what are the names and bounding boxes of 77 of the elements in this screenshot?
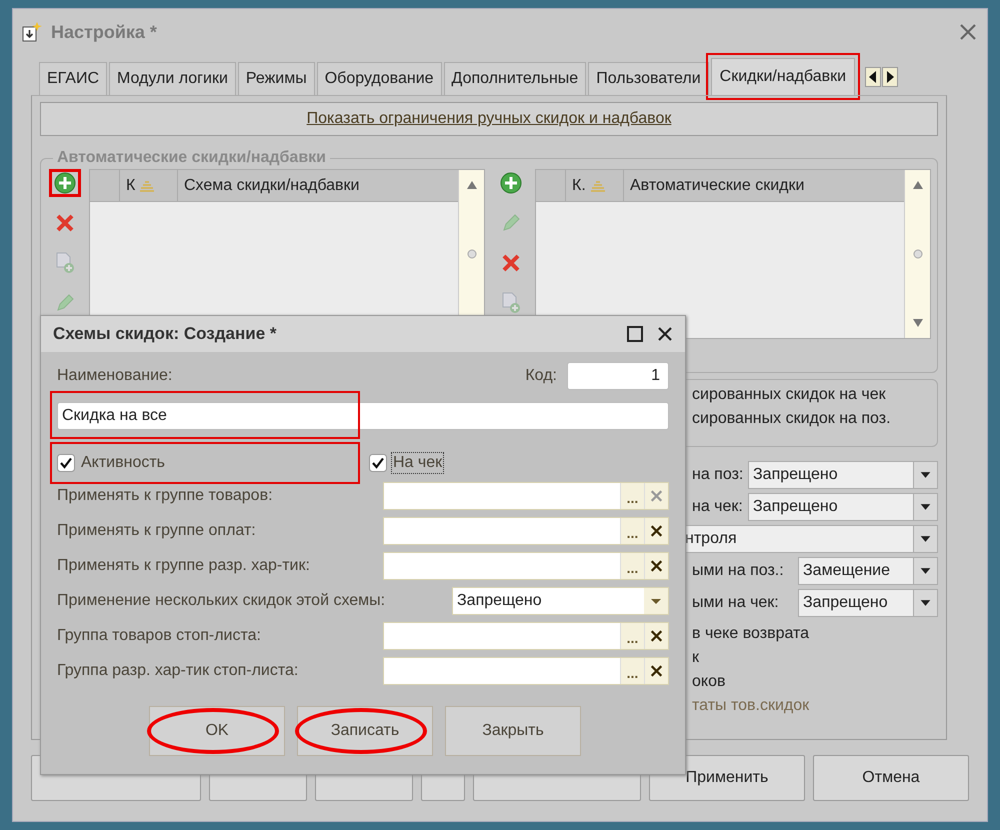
tab[interactable]: Режимы [238, 62, 315, 95]
checkbox-label[interactable]: На чек [391, 452, 444, 474]
scrollbar[interactable] [904, 170, 930, 338]
field-label: Группа разр. хар-тик стоп-листа: [57, 662, 298, 680]
maximize-icon[interactable] [627, 326, 643, 342]
dialog-button[interactable]: Закрыть [445, 706, 581, 756]
scroll-up-icon[interactable] [466, 180, 478, 190]
select-button[interactable]: ... [620, 622, 644, 648]
clear-icon[interactable] [644, 622, 668, 648]
dropdown[interactable]: Запрещено [748, 461, 938, 489]
column-header[interactable]: Схема скидки/надбавки [178, 170, 458, 201]
scroll-left-icon[interactable] [865, 67, 882, 87]
field-label: Применять к группе товаров: [57, 486, 273, 504]
group-title: Автоматические скидки/надбавки [53, 149, 330, 167]
tab[interactable]: Модули логики [109, 62, 236, 95]
code-field[interactable]: 1 [567, 362, 669, 390]
window-title: Настройка * [51, 22, 158, 42]
select-button[interactable]: ... [620, 518, 644, 544]
field-label: Применять к группе разр. хар-тик: [57, 556, 310, 574]
field-label: Наименование: [57, 367, 172, 385]
dropdown[interactable]: Запрещено [798, 589, 938, 617]
select-button[interactable]: ... [620, 658, 644, 684]
scroll-right-icon[interactable] [882, 67, 898, 87]
checkbox-label[interactable]: Активность [79, 452, 168, 474]
dropdown[interactable]: Запрещено [452, 586, 669, 614]
field-label: Код: [525, 367, 557, 385]
scroll-up-icon[interactable] [912, 180, 924, 190]
settings-icon [21, 21, 43, 43]
tab[interactable]: Оборудование [316, 62, 442, 95]
checkbox[interactable] [369, 454, 387, 472]
delete-icon[interactable] [55, 213, 75, 233]
scroll-down-icon[interactable] [912, 318, 924, 328]
option-label: сированных скидок на чек [692, 386, 887, 404]
window-button[interactable]: Отмена [813, 755, 969, 801]
sort-icon [590, 180, 606, 192]
dropdown[interactable]: Запрещено [748, 493, 938, 521]
column-header[interactable]: К [120, 170, 178, 201]
close-icon[interactable] [657, 326, 673, 342]
checkbox[interactable] [57, 454, 75, 472]
option-label: оков [692, 673, 726, 691]
setting-label: ыми на чек: [692, 594, 779, 612]
sort-icon [139, 180, 156, 192]
input-field[interactable]: ... [383, 552, 669, 580]
scroll-thumb-icon[interactable] [912, 248, 924, 260]
input-field[interactable]: ... [383, 622, 669, 650]
scroll-thumb-icon[interactable] [466, 248, 478, 260]
setting-label: на чек: [692, 498, 743, 516]
input-field[interactable]: ... [383, 656, 669, 684]
column-header[interactable]: К. [566, 170, 624, 201]
setting-label: на поз: [692, 466, 744, 484]
option-label: таты тов.скидок [692, 697, 810, 715]
delete-icon[interactable] [501, 253, 521, 273]
select-button[interactable]: ... [620, 482, 644, 508]
tab[interactable]: Дополнительные [444, 62, 586, 95]
dialog-title: Схемы скидок: Создание * [53, 324, 278, 344]
option-label: сированных скидок на поз. [692, 410, 892, 428]
tab[interactable]: ЕГАИС [39, 62, 107, 95]
window-button[interactable]: Применить [649, 755, 805, 801]
tab[interactable]: Пользователи [588, 62, 709, 95]
option-label: в чеке возврата [692, 625, 810, 643]
setting-label: ыми на поз.: [692, 562, 784, 580]
clear-icon[interactable] [644, 658, 668, 684]
clear-icon[interactable] [644, 518, 668, 544]
dropdown[interactable]: Замещение [798, 557, 938, 585]
option-label: к [692, 649, 700, 667]
select-button[interactable]: ... [620, 552, 644, 578]
add-icon[interactable] [54, 172, 76, 194]
add-icon[interactable] [500, 172, 522, 194]
field-label: Применение нескольких скидок этой схемы: [57, 592, 386, 610]
name-field[interactable]: Скидка на все [57, 402, 669, 430]
input-field[interactable]: ... [383, 482, 669, 510]
field-label: Применять к группе оплат: [57, 522, 256, 540]
field-label: Группа товаров стоп-листа: [57, 626, 261, 644]
column-header[interactable]: Автоматические скидки [624, 170, 904, 201]
input-field[interactable]: ... [383, 516, 669, 544]
limits-link[interactable]: Показать ограничения ручных скидок и надбавок [306, 110, 672, 128]
clear-icon[interactable] [644, 552, 668, 578]
